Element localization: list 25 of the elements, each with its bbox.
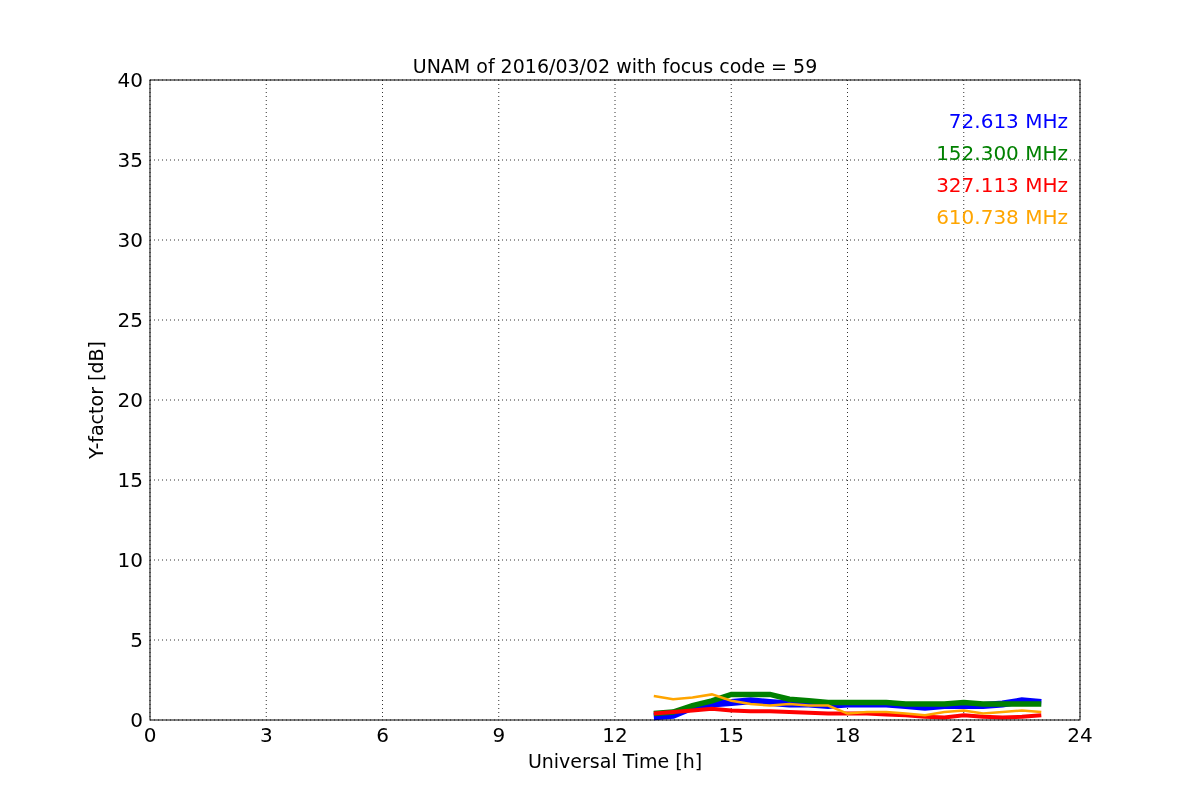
y-tick-label: 35 — [117, 148, 143, 172]
x-tick-label: 12 — [602, 723, 628, 747]
chart-title: UNAM of 2016/03/02 with focus code = 59 — [412, 55, 818, 77]
y-tick-label: 30 — [117, 228, 143, 252]
x-tick-label: 18 — [834, 723, 861, 747]
x-axis-label: Universal Time [h] — [527, 750, 703, 772]
y-tick-label: 25 — [117, 308, 143, 332]
x-tick-label: 6 — [376, 723, 389, 747]
x-tick-label: 15 — [718, 723, 744, 747]
x-tick-label: 0 — [143, 723, 157, 747]
legend-label: 327.113 MHz — [936, 173, 1068, 197]
x-tick-label: 9 — [492, 723, 506, 747]
y-tick-label: 40 — [117, 68, 143, 92]
y-tick-label: 15 — [117, 468, 143, 492]
y-tick-label: 10 — [117, 548, 143, 572]
legend-label: 610.738 MHz — [936, 205, 1068, 229]
y-axis-label: Y-factor [dB] — [85, 341, 107, 459]
y-tick-label: 0 — [130, 708, 143, 732]
legend-label: 152.300 MHz — [936, 141, 1068, 165]
x-tick-label: 3 — [259, 723, 273, 747]
y-tick-label: 20 — [117, 388, 143, 412]
x-tick-label: 24 — [1067, 723, 1093, 747]
legend-label: 72.613 MHz — [948, 109, 1068, 133]
y-tick-label: 5 — [130, 628, 143, 652]
x-tick-label: 21 — [951, 723, 977, 747]
